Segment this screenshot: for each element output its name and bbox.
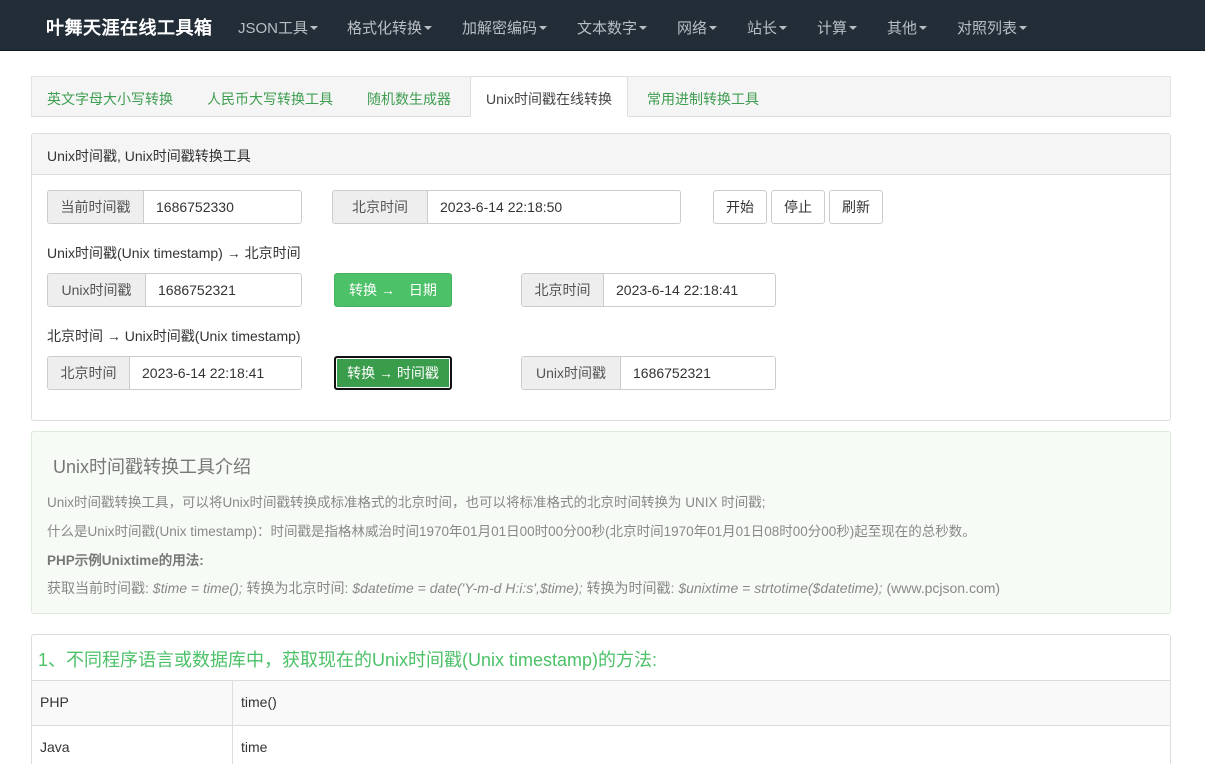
code-cell: time()	[241, 694, 277, 710]
get-current-ts-label: 获取当前时间戳:	[47, 580, 149, 596]
intro-line-2: 什么是Unix时间戳(Unix timestamp)：时间戳是指格林威治时间19…	[47, 524, 976, 539]
caret-down-icon	[424, 26, 433, 31]
php-strtotime-code: $unixtime = strtotime($datetime);	[678, 580, 883, 596]
site-brand[interactable]: 叶舞天涯在线工具箱	[46, 14, 213, 40]
date-input-group: 北京时间	[47, 356, 302, 390]
nav-label: 加解密编码	[462, 20, 538, 37]
timestamp-input-group: Unix时间戳	[47, 273, 302, 307]
nav-network[interactable]: 网络	[677, 17, 718, 38]
intro-title: Unix时间戳转换工具介绍	[53, 457, 252, 477]
column-divider	[232, 726, 233, 764]
caret-down-icon	[639, 26, 648, 31]
stop-button[interactable]: 停止	[771, 190, 825, 224]
language-cell: Java	[40, 739, 70, 755]
timestamp-input[interactable]	[146, 274, 301, 306]
php-date-code: $datetime = date('Y-m-d H:i:s',$time);	[352, 580, 583, 596]
php-time-code: $time = time();	[152, 580, 243, 596]
nav-label: 格式化转换	[347, 20, 423, 37]
date-output-group: 北京时间	[521, 273, 776, 307]
intro-well: Unix时间戳转换工具介绍 Unix时间戳转换工具，可以将Unix时间戳转换成标…	[31, 431, 1171, 614]
date-output-input[interactable]	[604, 274, 775, 306]
tab-base-convert[interactable]: 常用进制转换工具	[647, 89, 759, 109]
nav-label: 文本数字	[577, 20, 638, 37]
timestamp-output-group: Unix时间戳	[521, 356, 776, 390]
to-beijing-label: 转换为北京时间:	[246, 580, 349, 596]
nav-encrypt-encode[interactable]: 加解密编码	[462, 17, 548, 38]
nav-label: JSON工具	[238, 20, 309, 37]
timestamp-panel: Unix时间戳, Unix时间戳转换工具 当前时间戳 北京时间 开始 停止 刷新…	[31, 133, 1171, 421]
current-beijing-time-label: 北京时间	[333, 191, 428, 223]
tab-unix-timestamp[interactable]: Unix时间戳在线转换	[470, 76, 629, 117]
date-input[interactable]	[130, 357, 301, 389]
caret-down-icon	[310, 26, 319, 31]
nav-label: 对照列表	[957, 20, 1018, 37]
nav-label: 网络	[677, 20, 708, 37]
start-button[interactable]: 开始	[713, 190, 767, 224]
nav-other[interactable]: 其他	[887, 17, 928, 38]
caret-down-icon	[539, 26, 548, 31]
table-row: PHP time()	[32, 680, 1170, 726]
timestamp-output-input[interactable]	[621, 357, 775, 389]
nav-json-tools[interactable]: JSON工具	[238, 17, 319, 38]
current-beijing-time-input[interactable]	[428, 191, 680, 223]
caret-down-icon	[779, 26, 788, 31]
caret-down-icon	[919, 26, 928, 31]
tool-tabs: 英文字母大小写转换 人民币大写转换工具 随机数生成器 Unix时间戳在线转换 常…	[31, 76, 1171, 117]
nav-format-convert[interactable]: 格式化转换	[347, 17, 433, 38]
intro-php-heading: PHP示例Unixtime的用法:	[47, 553, 204, 568]
nav-label: 站长	[747, 20, 778, 37]
site-credit: (www.pcjson.com)	[886, 580, 1001, 596]
date-input-label: 北京时间	[48, 357, 130, 389]
tab-random-number[interactable]: 随机数生成器	[367, 89, 451, 109]
code-cell: time	[241, 739, 268, 755]
convert-to-timestamp-button[interactable]: 转换 → 时间戳	[334, 356, 452, 390]
current-beijing-time-group: 北京时间	[332, 190, 681, 224]
column-divider	[232, 681, 233, 726]
nav-label: 计算	[817, 20, 848, 37]
tab-rmb-uppercase[interactable]: 人民币大写转换工具	[207, 89, 333, 109]
caret-down-icon	[709, 26, 718, 31]
panel-heading: Unix时间戳, Unix时间戳转换工具	[32, 134, 1170, 175]
nav-reference-list[interactable]: 对照列表	[957, 17, 1028, 38]
current-timestamp-group: 当前时间戳	[47, 190, 302, 224]
intro-php-example: 获取当前时间戳: $time = time(); 转换为北京时间: $datet…	[47, 578, 1000, 598]
nav-label: 其他	[887, 20, 918, 37]
timestamp-output-label: Unix时间戳	[522, 357, 621, 389]
table-row: Java time	[32, 725, 1170, 764]
current-timestamp-input[interactable]	[144, 191, 301, 223]
refresh-button[interactable]: 刷新	[829, 190, 883, 224]
current-timestamp-label: 当前时间戳	[48, 191, 144, 223]
timestamp-to-date-title: Unix时间戳(Unix timestamp) → 北京时间	[47, 245, 301, 261]
top-navbar: 叶舞天涯在线工具箱 JSON工具 格式化转换 加解密编码 文本数字 网络 站长 …	[0, 0, 1205, 51]
timestamp-input-label: Unix时间戳	[48, 274, 146, 306]
date-output-label: 北京时间	[522, 274, 604, 306]
to-timestamp-label: 转换为时间戳:	[586, 580, 675, 596]
caret-down-icon	[1019, 26, 1028, 31]
caret-down-icon	[849, 26, 858, 31]
nav-text-number[interactable]: 文本数字	[577, 17, 648, 38]
tab-letter-case[interactable]: 英文字母大小写转换	[47, 89, 173, 109]
date-to-timestamp-title: 北京时间 → Unix时间戳(Unix timestamp)	[47, 328, 301, 344]
convert-to-date-button[interactable]: 转换 → 日期	[334, 273, 452, 307]
intro-line-1: Unix时间戳转换工具，可以将Unix时间戳转换成标准格式的北京时间，也可以将标…	[47, 495, 766, 510]
methods-table-panel: 1、不同程序语言或数据库中，获取现在的Unix时间戳(Unix timestam…	[31, 634, 1171, 764]
nav-calculate[interactable]: 计算	[817, 17, 858, 38]
nav-webmaster[interactable]: 站长	[747, 17, 788, 38]
methods-title: 1、不同程序语言或数据库中，获取现在的Unix时间戳(Unix timestam…	[38, 650, 658, 670]
language-cell: PHP	[40, 694, 69, 710]
